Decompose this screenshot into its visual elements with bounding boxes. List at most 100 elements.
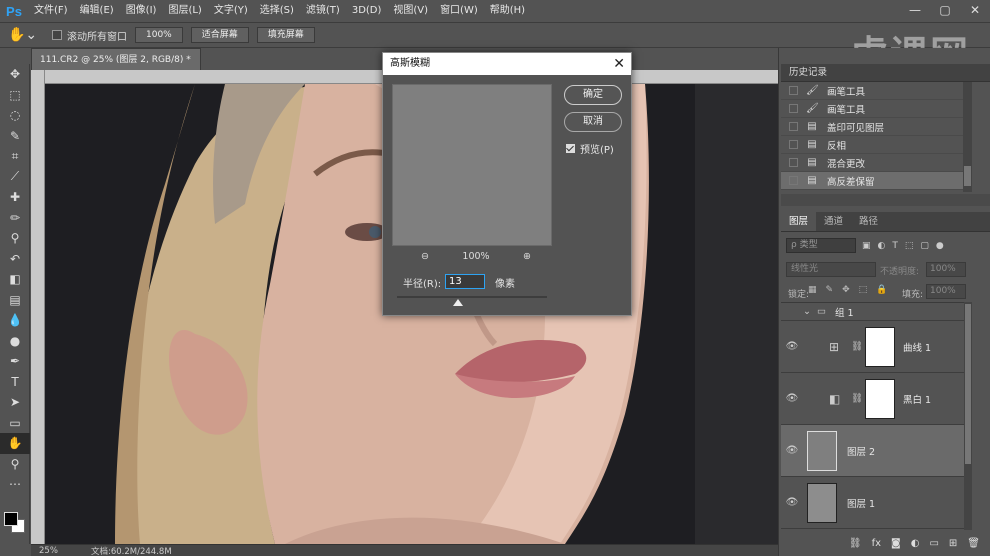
layer-row[interactable] xyxy=(781,529,964,530)
menu-window[interactable]: 窗口(W) xyxy=(434,0,484,22)
history-snapshot-checkbox[interactable] xyxy=(789,86,798,95)
filter-toggle-icon[interactable]: ● xyxy=(936,241,944,251)
dodge-tool-icon[interactable]: ● xyxy=(0,331,30,352)
crop-tool-icon[interactable]: ⌗ xyxy=(0,146,30,167)
radius-slider[interactable] xyxy=(397,296,547,298)
hand-tool-icon[interactable]: ✋ xyxy=(0,433,30,454)
history-item[interactable]: 🖌 画笔工具 xyxy=(781,100,971,118)
chevron-down-icon[interactable]: ⌄ xyxy=(803,306,817,317)
fit-screen-button[interactable]: 适合屏幕 xyxy=(190,27,249,43)
close-icon[interactable]: ✕ xyxy=(613,53,625,75)
history-item[interactable]: ▤ 盖印可见图层 xyxy=(781,118,971,136)
layer-thumbnail[interactable] xyxy=(807,430,837,471)
eraser-tool-icon[interactable]: ◧ xyxy=(0,269,30,290)
menu-help[interactable]: 帮助(H) xyxy=(484,0,531,22)
lock-all-icon[interactable]: 🔒 xyxy=(876,285,887,295)
eyedropper-tool-icon[interactable]: ⟋ xyxy=(0,167,30,188)
lock-transparent-icon[interactable]: ▦ xyxy=(808,285,817,295)
menu-layer[interactable]: 图层(L) xyxy=(162,0,207,22)
layer-row-selected[interactable]: 👁 图层 2 xyxy=(781,425,964,477)
history-item[interactable]: ▤ 反相 xyxy=(781,136,971,154)
history-panel-title[interactable]: 历史记录 xyxy=(789,67,827,78)
zoom-in-icon[interactable]: ⊕ xyxy=(523,251,531,262)
lock-position-icon[interactable]: ✥ xyxy=(842,285,850,295)
menu-edit[interactable]: 编辑(E) xyxy=(74,0,120,22)
more-tools-icon[interactable]: ⋯ xyxy=(0,474,30,495)
history-snapshot-checkbox[interactable] xyxy=(789,140,798,149)
status-doc-info[interactable]: 文档:60.2M/244.8M xyxy=(91,545,172,556)
lock-pixels-icon[interactable]: ✎ xyxy=(826,285,834,295)
history-brush-tool-icon[interactable]: ↶ xyxy=(0,249,30,270)
blur-preview[interactable] xyxy=(392,84,552,246)
history-item[interactable]: 🖌 画笔工具 xyxy=(781,82,971,100)
preview-checkbox[interactable]: 预览(P) xyxy=(566,141,614,156)
new-layer-icon[interactable]: ⊞ xyxy=(949,538,957,549)
history-snapshot-checkbox[interactable] xyxy=(789,158,798,167)
shape-filter-icon[interactable]: ⬚ xyxy=(905,241,914,251)
opacity-input[interactable]: 100% xyxy=(926,262,966,277)
type-filter-icon[interactable]: T xyxy=(892,241,898,251)
zoom-tool-icon[interactable]: ⚲ xyxy=(0,454,30,475)
menu-view[interactable]: 视图(V) xyxy=(387,0,434,22)
menu-3d[interactable]: 3D(D) xyxy=(346,0,388,22)
status-zoom[interactable]: 25% xyxy=(31,546,91,556)
hand-tool-preset-icon[interactable]: ✋⌄ xyxy=(8,27,38,43)
tab-paths[interactable]: 路径 xyxy=(851,212,886,231)
fill-input[interactable]: 100% xyxy=(926,284,966,299)
maximize-button[interactable]: ▢ xyxy=(930,0,960,20)
document-tab[interactable]: 111.CR2 @ 25% (图层 2, RGB/8) * × xyxy=(31,48,201,87)
menu-file[interactable]: 文件(F) xyxy=(28,0,74,22)
layer-group-row[interactable]: ⌄ ▭ 组 1 xyxy=(781,303,964,321)
menu-type[interactable]: 文字(Y) xyxy=(208,0,254,22)
pixel-filter-icon[interactable]: ▣ xyxy=(862,241,871,251)
lasso-tool-icon[interactable]: ◌ xyxy=(0,105,30,126)
move-tool-icon[interactable]: ✥ xyxy=(0,64,30,85)
layers-scrollbar[interactable] xyxy=(964,302,972,530)
zoom-100-button[interactable]: 100% xyxy=(135,27,183,43)
adjustment-layer-icon[interactable]: ◐ xyxy=(911,538,920,549)
radius-slider-thumb[interactable] xyxy=(453,299,463,306)
history-scrollbar[interactable] xyxy=(963,82,972,192)
eye-icon[interactable]: 👁 xyxy=(781,393,803,404)
history-item[interactable]: ▤ 混合更改 xyxy=(781,154,971,172)
eye-icon[interactable]: 👁 xyxy=(781,341,803,352)
menu-image[interactable]: 图像(I) xyxy=(120,0,163,22)
blur-tool-icon[interactable]: 💧 xyxy=(0,310,30,331)
type-tool-icon[interactable]: T xyxy=(0,372,30,393)
eye-icon[interactable]: 👁 xyxy=(781,497,803,508)
brush-tool-icon[interactable]: ✏ xyxy=(0,208,30,229)
foreground-color-swatch[interactable] xyxy=(4,512,18,526)
layer-row[interactable]: 👁 图层 1 xyxy=(781,477,964,529)
cancel-button[interactable]: 取消 xyxy=(564,112,622,132)
scroll-all-windows-checkbox[interactable]: 滚动所有窗口 xyxy=(52,28,127,43)
trash-icon[interactable]: 🗑 xyxy=(967,538,980,549)
history-item-selected[interactable]: ▤ 高反差保留 xyxy=(781,172,971,190)
close-window-button[interactable]: ✕ xyxy=(960,0,990,20)
menu-select[interactable]: 选择(S) xyxy=(254,0,300,22)
path-select-tool-icon[interactable]: ➤ xyxy=(0,392,30,413)
layer-row[interactable]: 👁 ⊞ ⛓ 曲线 1 xyxy=(781,321,964,373)
tab-layers[interactable]: 图层 xyxy=(781,212,817,231)
layer-mask-thumbnail[interactable] xyxy=(865,326,895,367)
eye-icon[interactable]: 👁 xyxy=(781,445,803,456)
layer-row[interactable]: 👁 ◧ ⛓ 黑白 1 xyxy=(781,373,964,425)
smart-object-filter-icon[interactable]: ▢ xyxy=(920,241,929,251)
dialog-titlebar[interactable]: 高斯模糊 ✕ xyxy=(383,53,631,75)
tab-channels[interactable]: 通道 xyxy=(816,212,851,231)
adjustment-filter-icon[interactable]: ◐ xyxy=(878,241,886,251)
rectangle-tool-icon[interactable]: ▭ xyxy=(0,413,30,434)
lock-artboard-icon[interactable]: ⬚ xyxy=(859,285,868,295)
layer-style-icon[interactable]: fx xyxy=(872,538,881,549)
history-snapshot-checkbox[interactable] xyxy=(789,104,798,113)
zoom-out-icon[interactable]: ⊖ xyxy=(421,251,429,262)
fill-screen-button[interactable]: 填充屏幕 xyxy=(256,27,315,43)
quick-select-tool-icon[interactable]: ✎ xyxy=(0,126,30,147)
pen-tool-icon[interactable]: ✒ xyxy=(0,351,30,372)
link-icon[interactable]: ⛓ xyxy=(851,393,863,404)
layer-mask-thumbnail[interactable] xyxy=(865,378,895,419)
blend-mode-select[interactable]: 线性光 xyxy=(786,262,876,277)
add-mask-icon[interactable]: ◙ xyxy=(891,538,901,549)
menu-filter[interactable]: 滤镜(T) xyxy=(300,0,346,22)
scroll-thumb[interactable] xyxy=(965,304,971,464)
scroll-thumb[interactable] xyxy=(964,166,971,186)
